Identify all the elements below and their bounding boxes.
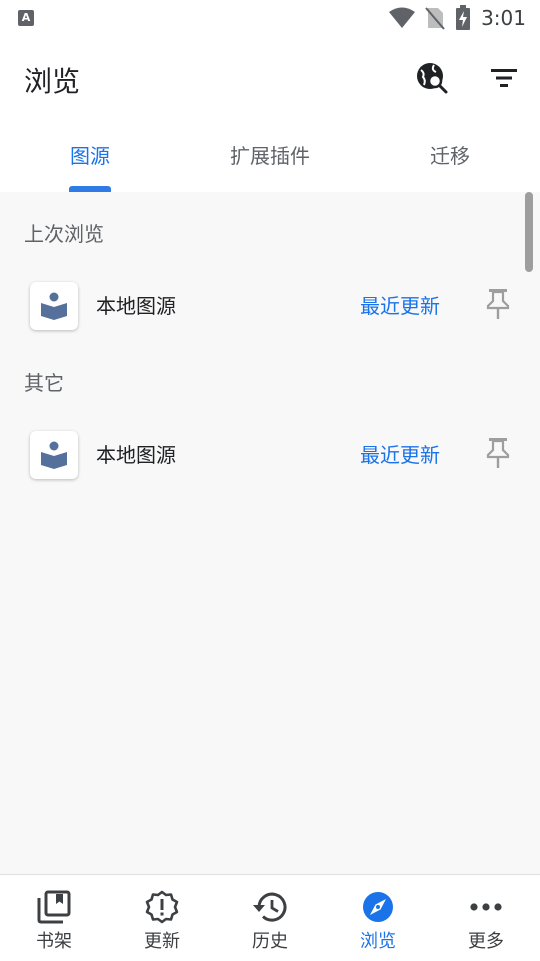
alert-badge-icon	[144, 889, 180, 925]
source-row[interactable]: 本地图源 最近更新	[0, 419, 540, 491]
filter-button[interactable]	[484, 58, 524, 98]
app-bar: 浏览	[0, 36, 540, 120]
nav-label: 更多	[468, 931, 504, 952]
tab-extensions[interactable]: 扩展插件	[180, 120, 360, 192]
source-name: 本地图源	[96, 294, 176, 318]
latest-button[interactable]: 最近更新	[360, 290, 440, 319]
nav-label: 更新	[144, 931, 180, 952]
tab-migrate[interactable]: 迁移	[360, 120, 540, 192]
pin-icon	[486, 438, 510, 468]
filter-icon	[491, 69, 517, 87]
pin-button[interactable]	[480, 286, 516, 322]
nav-history[interactable]: 历史	[216, 875, 324, 961]
nav-label: 书架	[36, 931, 72, 952]
scrollbar[interactable]	[525, 192, 533, 272]
more-icon	[468, 889, 504, 925]
book-reader-icon	[41, 292, 67, 320]
no-sim-icon	[425, 7, 445, 30]
pin-button[interactable]	[480, 435, 516, 471]
book-reader-icon	[41, 441, 67, 469]
tab-bar: 图源 扩展插件 迁移	[0, 120, 540, 192]
nav-label: 历史	[252, 931, 288, 952]
nav-more[interactable]: 更多	[432, 875, 540, 961]
battery-charging-icon	[456, 5, 471, 30]
bookshelf-icon	[36, 889, 72, 925]
section-header-last-used: 上次浏览	[24, 222, 104, 246]
status-bar: A 3:01	[0, 0, 540, 36]
nav-browse[interactable]: 浏览	[324, 875, 432, 961]
history-icon	[252, 889, 288, 925]
pin-icon	[486, 289, 510, 319]
nav-label: 浏览	[360, 931, 396, 952]
clock: 3:01	[481, 6, 526, 30]
nav-updates[interactable]: 更新	[108, 875, 216, 961]
source-row[interactable]: 本地图源 最近更新	[0, 270, 540, 342]
status-icons: 3:01	[389, 4, 526, 32]
tab-sources[interactable]: 图源	[0, 120, 180, 192]
compass-icon	[360, 889, 396, 925]
globe-search-icon	[417, 63, 448, 94]
section-header-other: 其它	[24, 371, 64, 395]
source-list: 上次浏览 本地图源 最近更新 其它 本地图源 最近更新	[0, 192, 540, 874]
source-name: 本地图源	[96, 443, 176, 467]
global-search-button[interactable]	[412, 58, 452, 98]
nav-bookshelf[interactable]: 书架	[0, 875, 108, 961]
local-source-icon	[30, 431, 78, 479]
bottom-navigation: 书架 更新 历史 浏览 更多	[0, 874, 540, 961]
local-source-icon	[30, 282, 78, 330]
latest-button[interactable]: 最近更新	[360, 439, 440, 468]
page-title: 浏览	[24, 65, 81, 98]
wifi-icon	[389, 7, 416, 28]
notification-icon: A	[18, 10, 34, 26]
